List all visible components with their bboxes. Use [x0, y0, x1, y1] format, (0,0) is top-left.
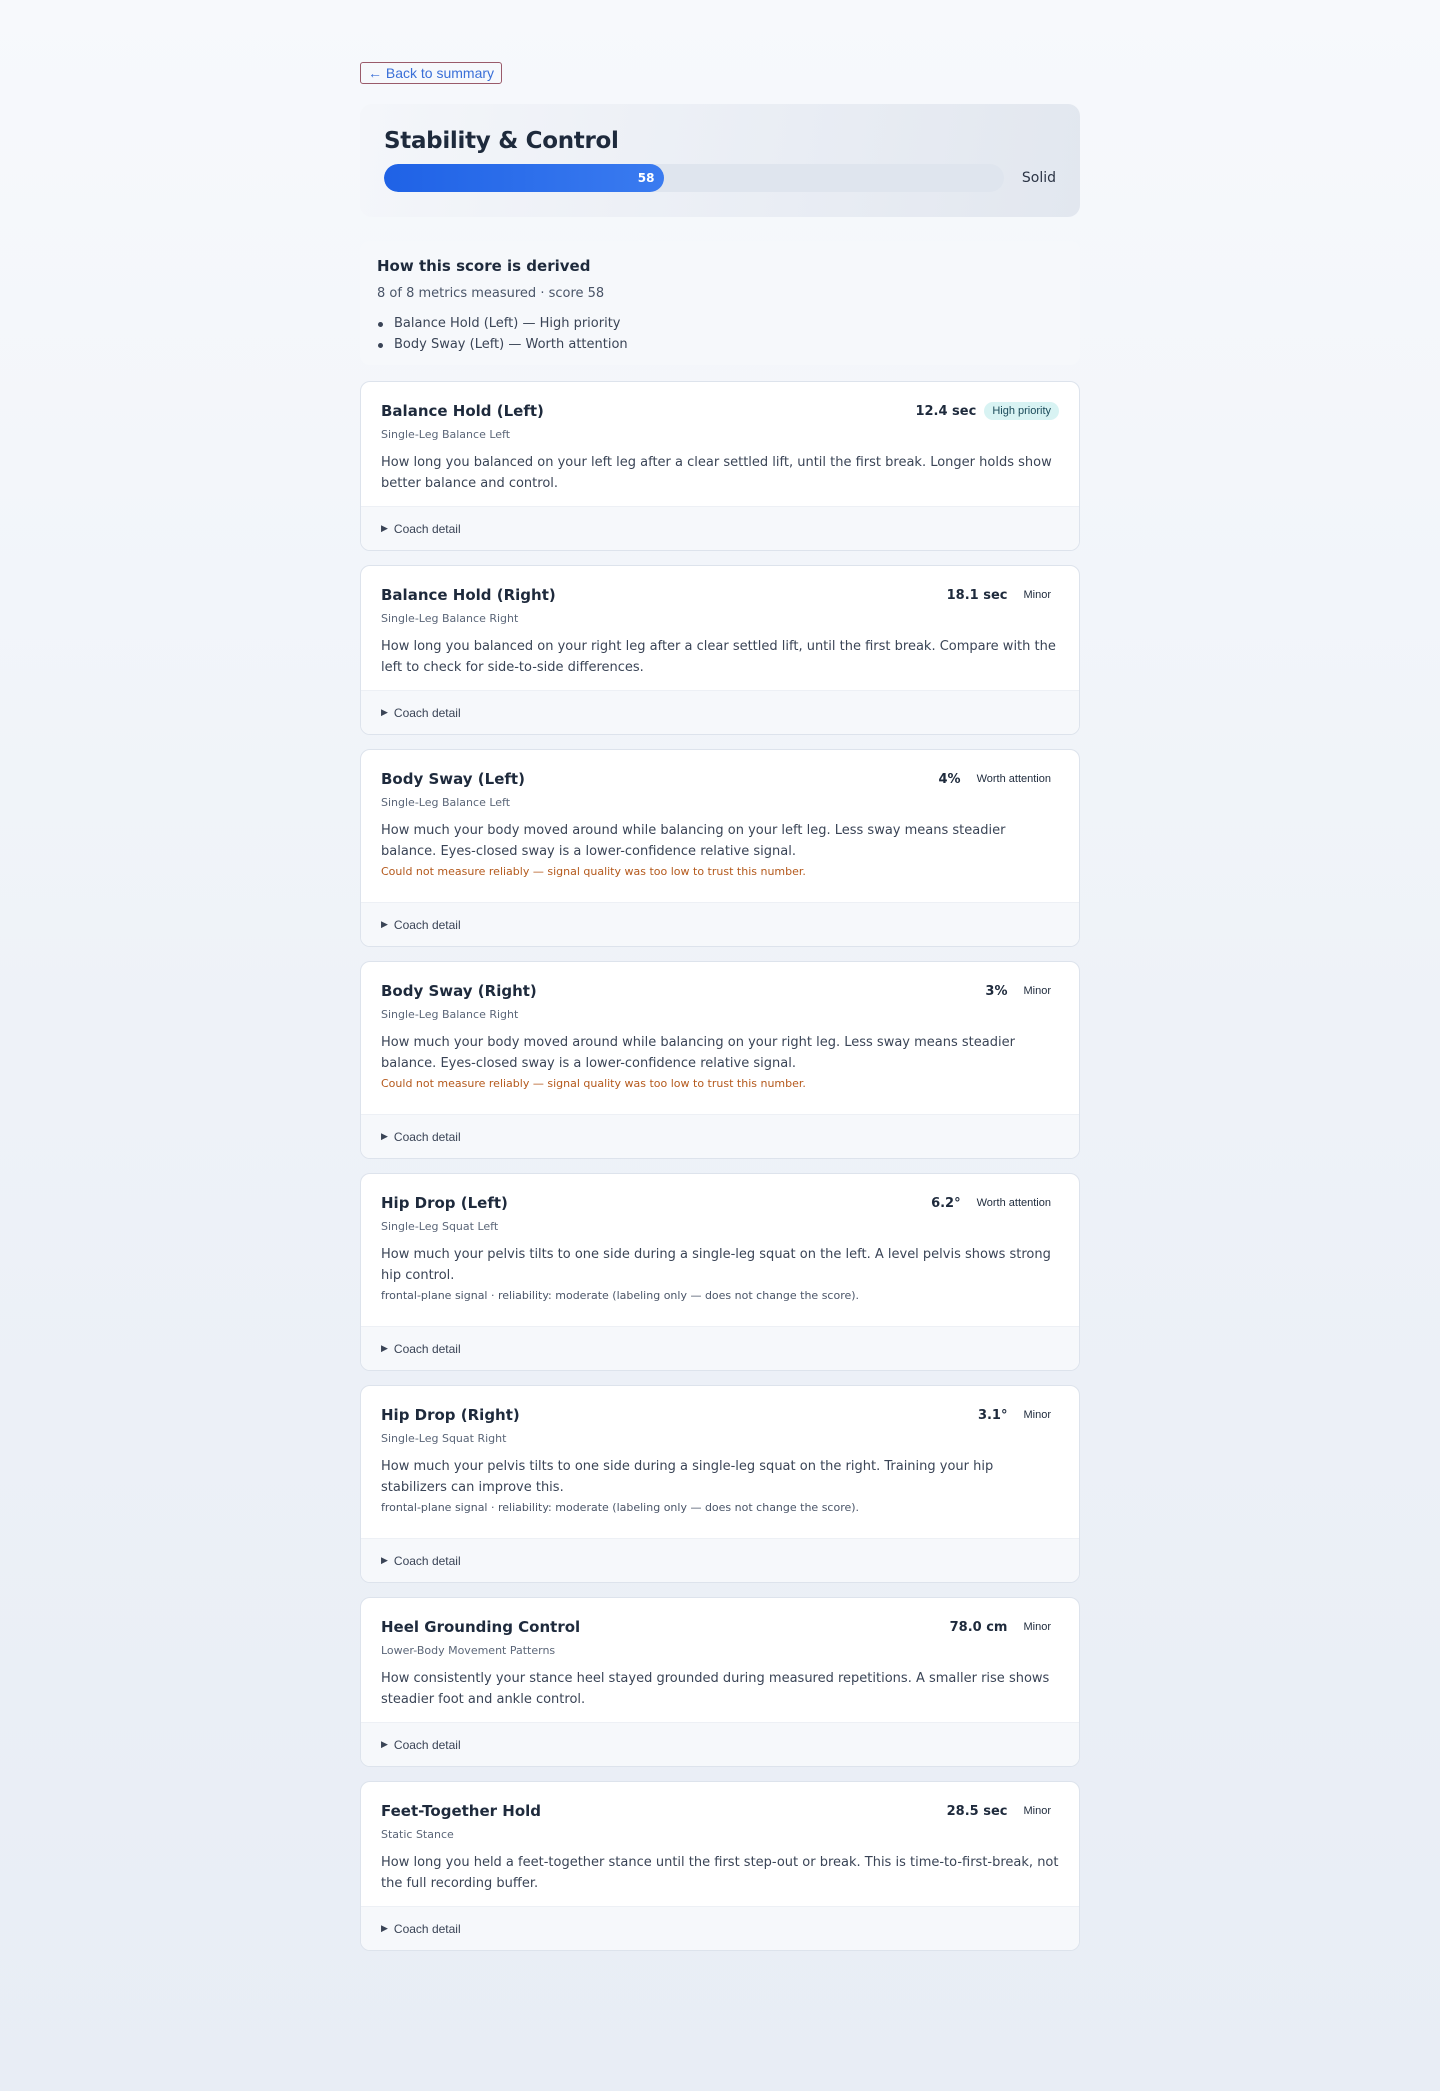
coach-detail-toggle[interactable]: ▶ Coach detail	[361, 902, 1079, 946]
priority-badge: Minor	[1023, 589, 1051, 601]
page-container: ← Back to summary Stability & Control 58…	[360, 62, 1080, 1951]
metric-description: How consistently your stance heel stayed…	[381, 1671, 1050, 1707]
priority-badge: Minor	[1023, 1409, 1051, 1421]
coach-detail-label: Coach detail	[393, 917, 461, 932]
reliability-note: frontal-plane signal · reliability: mode…	[381, 1289, 860, 1302]
metric-source: Single-Leg Balance Right	[381, 1008, 519, 1021]
coach-detail-toggle[interactable]: ▶ Coach detail	[361, 1114, 1079, 1158]
metric-title: Balance Hold (Right)	[381, 586, 556, 604]
derivation-list: Balance Hold (Left) — High priority Body…	[377, 313, 1063, 355]
priority-badge: High priority	[984, 402, 1059, 420]
back-to-summary-button[interactable]: ← Back to summary	[360, 62, 503, 84]
metric-source: Single-Leg Squat Right	[381, 1432, 507, 1445]
coach-detail-toggle[interactable]: ▶ Coach detail	[361, 1906, 1079, 1950]
metric-title: Balance Hold (Left)	[381, 402, 544, 420]
metric-card: Heel Grounding Control 78.0 cm Minor Low…	[360, 1597, 1080, 1767]
priority-badge: Worth attention	[976, 773, 1051, 785]
priority-badge: Minor	[1023, 985, 1051, 997]
reliability-note: frontal-plane signal · reliability: mode…	[381, 1501, 860, 1514]
score-row: 58 Solid	[384, 164, 1056, 192]
metric-value: 78.0 cm	[949, 1619, 1008, 1635]
expand-triangle-icon: ▶	[381, 1555, 388, 1565]
coach-detail-label: Coach detail	[393, 521, 461, 536]
coach-detail-toggle[interactable]: ▶ Coach detail	[361, 1326, 1079, 1370]
expand-triangle-icon: ▶	[381, 919, 388, 929]
coach-detail-toggle[interactable]: ▶ Coach detail	[361, 1538, 1079, 1582]
metric-card: Balance Hold (Left) 12.4 sec High priori…	[360, 381, 1080, 551]
priority-badge: Worth attention	[976, 1197, 1051, 1209]
coach-detail-label: Coach detail	[393, 705, 461, 720]
metric-card: Feet-Together Hold 28.5 sec Minor Static…	[360, 1781, 1080, 1951]
coach-detail-label: Coach detail	[393, 1553, 461, 1568]
metric-value: 6.2°	[931, 1195, 961, 1211]
metric-description: How long you held a feet-together stance…	[381, 1855, 1059, 1891]
metric-value: 12.4 sec	[915, 403, 977, 419]
coach-detail-toggle[interactable]: ▶ Coach detail	[361, 506, 1079, 550]
metric-description: How long you balanced on your right leg …	[381, 639, 1056, 675]
coach-detail-toggle[interactable]: ▶ Coach detail	[361, 1722, 1079, 1766]
derivation-summary: 8 of 8 metrics measured · score 58	[377, 286, 605, 301]
coach-detail-label: Coach detail	[393, 1129, 461, 1144]
expand-triangle-icon: ▶	[381, 1343, 388, 1353]
expand-triangle-icon: ▶	[381, 1739, 388, 1749]
metric-description: How long you balanced on your left leg a…	[381, 455, 1052, 491]
metric-source: Single-Leg Balance Left	[381, 796, 511, 809]
metric-value: 3%	[985, 983, 1008, 999]
metric-title: Hip Drop (Right)	[381, 1406, 520, 1424]
expand-triangle-icon: ▶	[381, 1131, 388, 1141]
metric-title: Hip Drop (Left)	[381, 1194, 508, 1212]
reliability-warning: Could not measure reliably — signal qual…	[381, 1077, 806, 1090]
metric-source: Static Stance	[381, 1828, 454, 1841]
metric-card: Body Sway (Right) 3% Minor Single-Leg Ba…	[360, 961, 1080, 1159]
metric-source: Single-Leg Balance Right	[381, 612, 519, 625]
priority-badge: Minor	[1023, 1621, 1051, 1633]
metric-value: 18.1 sec	[946, 587, 1008, 603]
coach-detail-label: Coach detail	[393, 1737, 461, 1752]
score-derivation-panel: How this score is derived 8 of 8 metrics…	[360, 241, 1080, 365]
metric-source: Single-Leg Squat Left	[381, 1220, 499, 1233]
expand-triangle-icon: ▶	[381, 707, 388, 717]
score-rating: Solid	[1021, 170, 1056, 186]
coach-detail-toggle[interactable]: ▶ Coach detail	[361, 690, 1079, 734]
score-bar: 58	[384, 164, 1004, 192]
metric-card: Balance Hold (Right) 18.1 sec Minor Sing…	[360, 565, 1080, 735]
score-bar-fill: 58	[384, 164, 665, 192]
metric-title: Body Sway (Right)	[381, 982, 537, 1000]
derivation-title: How this score is derived	[377, 257, 591, 275]
score-value: 58	[637, 171, 655, 185]
derivation-item: Body Sway (Left) — Worth attention	[377, 334, 1063, 355]
reliability-warning: Could not measure reliably — signal qual…	[381, 865, 806, 878]
metric-source: Single-Leg Balance Left	[381, 428, 511, 441]
metric-title: Body Sway (Left)	[381, 770, 525, 788]
metric-card: Hip Drop (Right) 3.1° Minor Single-Leg S…	[360, 1385, 1080, 1583]
metric-title: Heel Grounding Control	[381, 1618, 581, 1636]
metric-description: How much your pelvis tilts to one side d…	[381, 1459, 994, 1495]
expand-triangle-icon: ▶	[381, 1923, 388, 1933]
metric-value: 28.5 sec	[946, 1803, 1008, 1819]
derivation-item: Balance Hold (Left) — High priority	[377, 313, 1063, 334]
metric-description: How much your pelvis tilts to one side d…	[381, 1247, 1051, 1283]
priority-badge: Minor	[1023, 1805, 1051, 1817]
metric-title: Feet-Together Hold	[381, 1802, 542, 1820]
metric-value: 4%	[938, 771, 961, 787]
metric-description: How much your body moved around while ba…	[381, 1035, 1015, 1071]
page-title: Stability & Control	[384, 128, 619, 154]
expand-triangle-icon: ▶	[381, 523, 388, 533]
metric-card: Body Sway (Left) 4% Worth attention Sing…	[360, 749, 1080, 947]
coach-detail-label: Coach detail	[393, 1341, 461, 1356]
score-hero: Stability & Control 58 Solid	[360, 104, 1080, 217]
metric-value: 3.1°	[977, 1407, 1008, 1423]
coach-detail-label: Coach detail	[393, 1921, 461, 1936]
metric-source: Lower-Body Movement Patterns	[381, 1644, 556, 1657]
metric-card: Hip Drop (Left) 6.2° Worth attention Sin…	[360, 1173, 1080, 1371]
metric-description: How much your body moved around while ba…	[381, 823, 1006, 859]
